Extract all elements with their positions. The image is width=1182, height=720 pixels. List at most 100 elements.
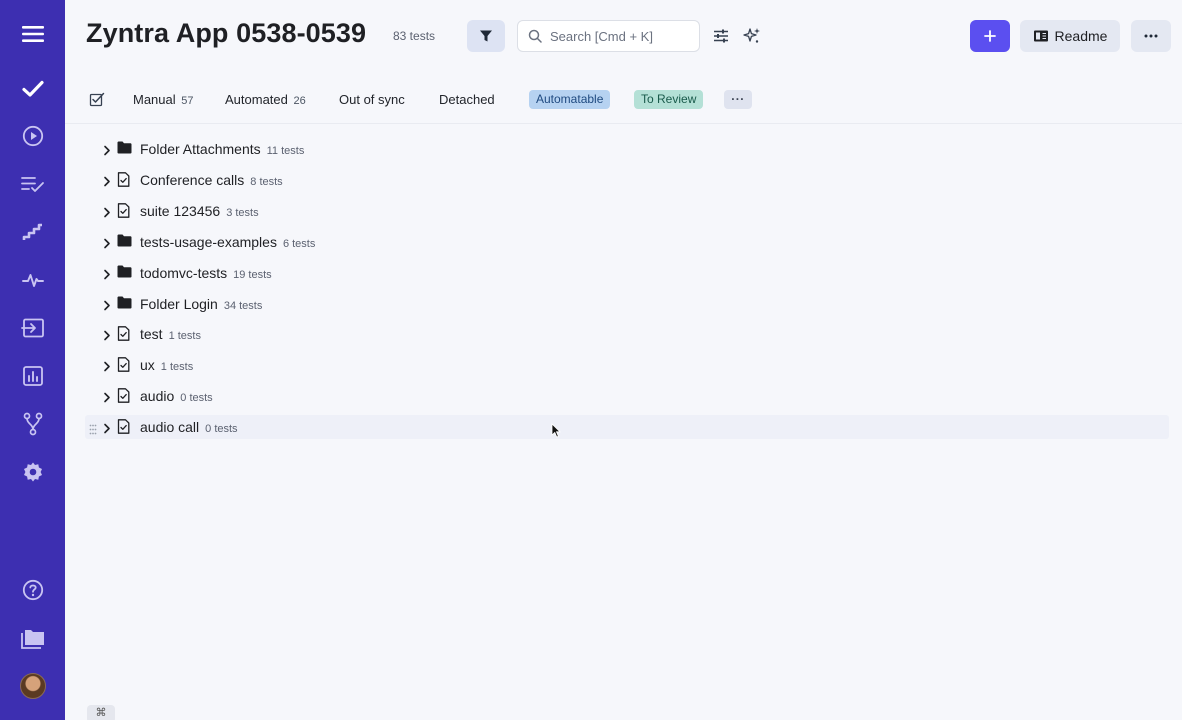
tab-detached[interactable]: Detached	[439, 92, 495, 107]
tree-row-label: audio call 0 tests	[140, 419, 238, 435]
tree-row-label: todomvc-tests 19 tests	[140, 265, 272, 281]
tree-row-count: 11 tests	[266, 145, 305, 157]
tree-row-label: audio 0 tests	[140, 388, 213, 404]
tab-automated-count: 26	[293, 95, 306, 107]
tree-row-name: suite 123456	[140, 202, 221, 219]
folder-icon	[117, 234, 132, 252]
tree-row[interactable]: Folder Login 34 tests	[85, 292, 1169, 316]
suite-file-icon	[117, 419, 130, 439]
tree-row-name: Folder Attachments	[140, 141, 261, 157]
tests-count: 83 tests	[393, 29, 436, 43]
tab-manual-label: Manual	[133, 92, 176, 107]
tree-row[interactable]: suite 123456 3 tests	[85, 199, 1169, 223]
tree-row-name: test	[140, 326, 163, 343]
tree-row-name: audio call	[140, 419, 200, 436]
label-to-review[interactable]: To Review	[634, 90, 704, 109]
tab-out-of-sync[interactable]: Out of sync	[339, 92, 405, 107]
tree-row-name: Folder Login	[140, 295, 218, 312]
tree-row-count: 6 tests	[282, 237, 316, 250]
tree-row-name: Conference calls	[140, 171, 245, 188]
ellipsis-icon	[1144, 34, 1158, 38]
chevron-right-icon[interactable]	[103, 298, 111, 316]
suite-file-icon	[117, 388, 130, 408]
filter-button[interactable]	[467, 20, 505, 52]
import-icon[interactable]	[0, 306, 65, 350]
tree-row[interactable]: tests-usage-examples 6 tests	[85, 230, 1169, 254]
header: Zyntra App 0538-0539 83 tests Readme	[65, 0, 1182, 72]
tab-automated[interactable]: Automated 26	[225, 92, 306, 107]
tree-row-name: todomvc-tests	[140, 264, 228, 281]
suite-file-icon	[117, 202, 130, 223]
suite-file-icon	[117, 326, 130, 346]
chevron-right-icon[interactable]	[103, 328, 111, 346]
more-labels-button[interactable]: ···	[724, 90, 752, 109]
chevron-right-icon[interactable]	[103, 236, 111, 254]
tree-row-label: Folder Attachments 11 tests	[140, 141, 304, 157]
tree-row-count: 3 tests	[226, 206, 259, 219]
tree-row-label: Folder Login 34 tests	[140, 296, 262, 312]
tree-row-count: 1 tests	[168, 330, 201, 343]
sidebar	[0, 0, 65, 720]
readme-button[interactable]: Readme	[1020, 20, 1120, 52]
tree-row-count: 1 tests	[160, 361, 194, 374]
label-automatable[interactable]: Automatable	[529, 90, 611, 109]
settings-gear-icon[interactable]	[0, 450, 65, 494]
tree-row[interactable]: audio 0 tests	[85, 384, 1169, 408]
book-icon	[1033, 30, 1048, 42]
search-box[interactable]	[517, 20, 700, 52]
select-all-checkbox-icon[interactable]	[89, 91, 105, 112]
tree-row-count: 8 tests	[250, 175, 283, 188]
tree-row-name: tests-usage-examples	[140, 233, 277, 250]
more-options-button[interactable]	[1131, 20, 1171, 52]
divider	[65, 123, 1182, 124]
tree-row[interactable]: Folder Attachments 11 tests	[85, 137, 1169, 161]
add-button[interactable]	[970, 20, 1010, 52]
filter-icon	[480, 30, 492, 42]
help-icon[interactable]	[0, 568, 65, 612]
suite-file-icon	[117, 357, 130, 377]
search-input[interactable]	[550, 28, 690, 44]
steps-stairs-icon[interactable]	[0, 210, 65, 254]
tree-row-label: test 1 tests	[140, 326, 201, 342]
chevron-right-icon[interactable]	[103, 267, 111, 285]
tree-row-label: suite 123456 3 tests	[140, 203, 259, 219]
search-icon	[528, 29, 542, 43]
avatar	[19, 673, 46, 699]
chevron-right-icon[interactable]	[103, 205, 111, 223]
tree-row-count: 19 tests	[233, 268, 272, 281]
tree-row[interactable]: test 1 tests	[85, 322, 1169, 346]
projects-folders-icon[interactable]	[0, 616, 65, 660]
folder-icon	[117, 265, 132, 283]
drag-handle-icon[interactable]	[89, 422, 97, 440]
tests-check-icon[interactable]	[0, 67, 65, 111]
ai-sparkle-icon[interactable]	[742, 26, 762, 46]
user-avatar[interactable]	[0, 664, 65, 708]
suite-file-icon	[117, 172, 130, 192]
plans-list-icon[interactable]	[0, 162, 65, 206]
tree-row[interactable]: audio call 0 tests	[85, 415, 1169, 440]
chevron-right-icon[interactable]	[103, 421, 111, 439]
folder-icon	[117, 141, 132, 159]
tree-row-count: 34 tests	[223, 299, 263, 312]
branches-icon[interactable]	[0, 402, 65, 446]
plus-icon	[984, 30, 996, 42]
tree-row[interactable]: ux 1 tests	[85, 353, 1169, 377]
keyboard-shortcut-hint[interactable]: ⌘	[87, 705, 115, 720]
tree-row[interactable]: Conference calls 8 tests	[85, 168, 1169, 192]
mouse-cursor-icon	[551, 423, 561, 443]
pulse-icon[interactable]	[0, 258, 65, 302]
chevron-right-icon[interactable]	[103, 174, 111, 192]
filter-tabs: Manual 57 Automated 26 Out of sync Detac…	[65, 80, 1182, 120]
chevron-right-icon[interactable]	[103, 359, 111, 377]
runs-play-icon[interactable]	[0, 114, 65, 158]
view-settings-sliders-icon[interactable]	[711, 26, 731, 46]
menu-icon[interactable]	[0, 12, 65, 56]
chevron-right-icon[interactable]	[103, 143, 111, 161]
tree-row-label: tests-usage-examples 6 tests	[140, 234, 315, 250]
tree-row-name: audio	[140, 388, 175, 405]
tree-row[interactable]: todomvc-tests 19 tests	[85, 261, 1169, 285]
tab-manual[interactable]: Manual 57	[133, 92, 194, 107]
readme-label: Readme	[1054, 28, 1108, 44]
analytics-chart-icon[interactable]	[0, 354, 65, 398]
chevron-right-icon[interactable]	[103, 390, 111, 408]
